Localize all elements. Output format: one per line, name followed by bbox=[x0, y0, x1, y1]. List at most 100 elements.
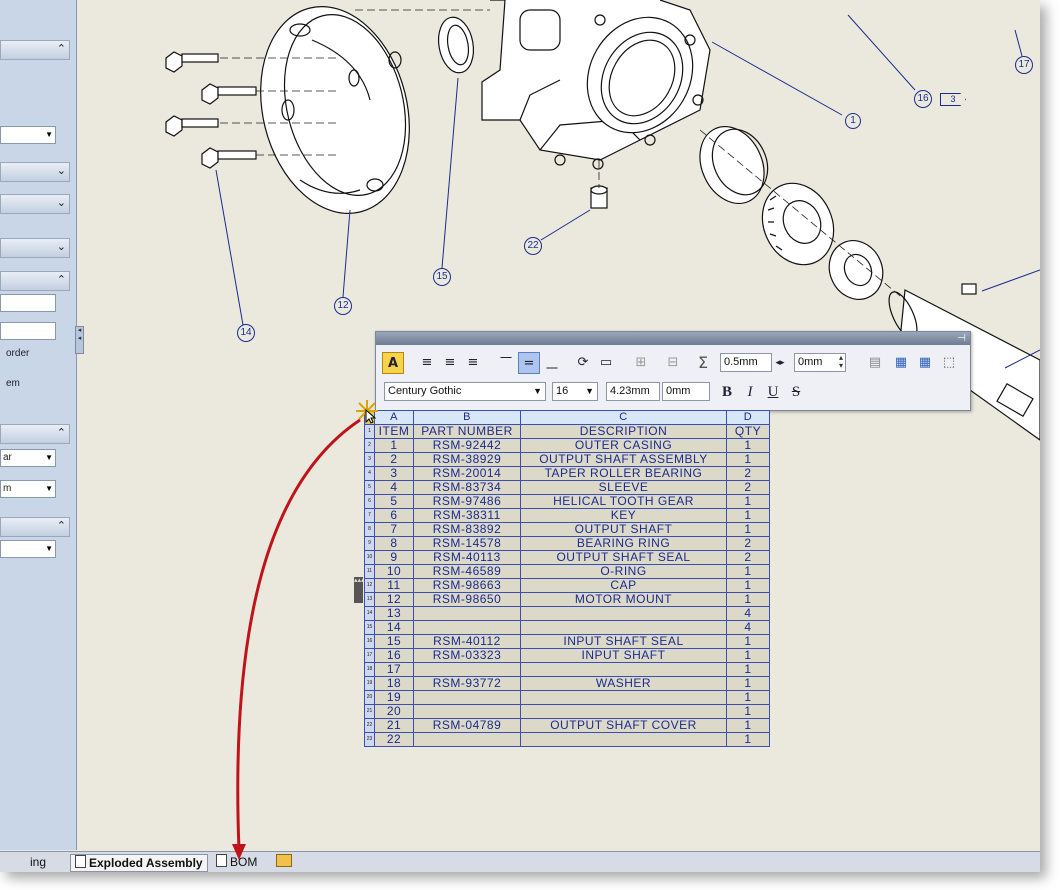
cell-qty[interactable]: 1 bbox=[726, 718, 770, 733]
collapse-up-icon[interactable]: ⌃ bbox=[57, 519, 66, 532]
cell-description[interactable]: MOTOR MOUNT bbox=[520, 592, 727, 607]
panel-section-header[interactable]: ⌃ bbox=[0, 517, 70, 537]
cell-part-number[interactable]: RSM-40113 bbox=[413, 550, 521, 565]
add-sheet-tab[interactable] bbox=[272, 854, 296, 870]
cell-part-number[interactable] bbox=[413, 690, 521, 705]
cell-qty[interactable]: 1 bbox=[726, 508, 770, 523]
cell-item[interactable]: 1 bbox=[374, 438, 414, 453]
row-number[interactable]: 14 bbox=[364, 606, 375, 621]
cell-item[interactable]: 19 bbox=[374, 690, 414, 705]
cell-qty[interactable]: 2 bbox=[726, 550, 770, 565]
header-cell-part-number[interactable]: PART NUMBER bbox=[413, 424, 521, 439]
balloon-16[interactable]: 16 bbox=[914, 90, 932, 108]
cell-part-number[interactable]: RSM-38929 bbox=[413, 452, 521, 467]
row-number[interactable]: 18 bbox=[364, 662, 375, 677]
cell-description[interactable]: BEARING RING bbox=[520, 536, 727, 551]
cell-item[interactable]: 16 bbox=[374, 648, 414, 663]
cell-item[interactable]: 21 bbox=[374, 718, 414, 733]
cell-part-number[interactable] bbox=[413, 620, 521, 635]
cell-qty[interactable]: 1 bbox=[726, 676, 770, 691]
panel-select[interactable]: ▼ bbox=[0, 540, 56, 558]
row-number[interactable]: 7 bbox=[364, 508, 375, 523]
table-row[interactable]: 4 3 RSM-20014 TAPER ROLLER BEARING 2 bbox=[364, 466, 770, 481]
cell-qty[interactable]: 2 bbox=[726, 480, 770, 495]
cell-description[interactable] bbox=[520, 662, 727, 677]
row-number[interactable]: 23 bbox=[364, 732, 375, 747]
tab-bom[interactable]: BOM bbox=[212, 854, 261, 870]
cell-qty[interactable]: 1 bbox=[726, 564, 770, 579]
cell-part-number[interactable]: RSM-14578 bbox=[413, 536, 521, 551]
cell-part-number[interactable]: RSM-03323 bbox=[413, 648, 521, 663]
panel-section-header[interactable]: ⌄ bbox=[0, 162, 70, 182]
cell-qty[interactable]: 1 bbox=[726, 452, 770, 467]
cell-item[interactable]: 17 bbox=[374, 662, 414, 677]
balloon-14[interactable]: 14 bbox=[237, 324, 255, 342]
cell-qty[interactable]: 2 bbox=[726, 466, 770, 481]
row-number[interactable]: 13 bbox=[364, 592, 375, 607]
table-row[interactable]: 2 1 RSM-92442 OUTER CASING 1 bbox=[364, 438, 770, 453]
cell-qty[interactable]: 1 bbox=[726, 648, 770, 663]
row-number[interactable]: 5 bbox=[364, 480, 375, 495]
row-number[interactable]: 9 bbox=[364, 536, 375, 551]
table-row[interactable]: 15 14 4 bbox=[364, 620, 770, 635]
cell-item[interactable]: 10 bbox=[374, 564, 414, 579]
cell-part-number[interactable]: RSM-04789 bbox=[413, 718, 521, 733]
align-bottom-icon[interactable]: ⎽ bbox=[541, 352, 563, 374]
align-right-icon[interactable]: ≡ bbox=[462, 352, 484, 374]
border-width-field[interactable]: 0.5mm bbox=[720, 353, 772, 372]
cell-format-icon[interactable]: ▭ bbox=[595, 352, 617, 374]
cell-description[interactable]: KEY bbox=[520, 508, 727, 523]
spinner-icon[interactable]: ▴ ▾ bbox=[839, 354, 843, 370]
panel-section-header[interactable]: ⌄ bbox=[0, 194, 70, 214]
header-cell-qty[interactable]: QTY bbox=[726, 424, 770, 439]
cell-part-number[interactable] bbox=[413, 662, 521, 677]
cell-part-number[interactable]: RSM-40112 bbox=[413, 634, 521, 649]
table-anchor-icon[interactable] bbox=[354, 398, 380, 424]
cell-part-number[interactable]: RSM-38311 bbox=[413, 508, 521, 523]
row-number[interactable]: 12 bbox=[364, 578, 375, 593]
cell-description[interactable] bbox=[520, 732, 727, 747]
table-row[interactable]: 11 10 RSM-46589 O-RING 1 bbox=[364, 564, 770, 579]
panel-select[interactable]: ▼ bbox=[0, 126, 56, 144]
cell-part-number[interactable] bbox=[413, 732, 521, 747]
font-size-select[interactable]: 16 ▼ bbox=[552, 382, 598, 401]
cell-part-number[interactable]: RSM-92442 bbox=[413, 438, 521, 453]
cell-item[interactable]: 9 bbox=[374, 550, 414, 565]
cell-description[interactable]: TAPER ROLLER BEARING bbox=[520, 466, 727, 481]
cell-qty[interactable]: 1 bbox=[726, 634, 770, 649]
balloon-12[interactable]: 12 bbox=[334, 297, 352, 315]
cell-description[interactable]: OUTPUT SHAFT ASSEMBLY bbox=[520, 452, 727, 467]
row-number[interactable]: 2 bbox=[364, 438, 375, 453]
bold-button[interactable]: B bbox=[716, 381, 738, 403]
cell-part-number[interactable]: RSM-97486 bbox=[413, 494, 521, 509]
align-center-icon[interactable]: ≡ bbox=[439, 352, 461, 374]
table-header-icon[interactable]: A bbox=[382, 352, 404, 374]
table-row[interactable]: 18 17 1 bbox=[364, 662, 770, 677]
cell-item[interactable]: 11 bbox=[374, 578, 414, 593]
balloon-22[interactable]: 22 bbox=[524, 237, 542, 255]
cell-description[interactable]: INPUT SHAFT SEAL bbox=[520, 634, 727, 649]
strikethrough-button[interactable]: S bbox=[785, 381, 807, 403]
row-number[interactable]: 6 bbox=[364, 494, 375, 509]
sum-icon[interactable]: Σ bbox=[692, 352, 714, 374]
column-header-c[interactable]: C bbox=[520, 410, 727, 425]
unmerge-cells-icon[interactable]: ⊟ bbox=[662, 352, 684, 374]
cell-item[interactable]: 6 bbox=[374, 508, 414, 523]
cell-item[interactable]: 15 bbox=[374, 634, 414, 649]
cell-qty[interactable]: 2 bbox=[726, 536, 770, 551]
cell-qty[interactable]: 4 bbox=[726, 606, 770, 621]
align-middle-icon[interactable]: = bbox=[518, 352, 540, 374]
row-number[interactable]: 10 bbox=[364, 550, 375, 565]
expand-down-icon[interactable]: ⌄ bbox=[57, 196, 66, 209]
panel-input[interactable] bbox=[0, 322, 56, 340]
expand-down-icon[interactable]: ⌄ bbox=[57, 240, 66, 253]
table-row[interactable]: 7 6 RSM-38311 KEY 1 bbox=[364, 508, 770, 523]
cell-item[interactable]: 22 bbox=[374, 732, 414, 747]
table-row[interactable]: 23 22 1 bbox=[364, 732, 770, 747]
tab-drawing[interactable]: ing bbox=[26, 854, 50, 870]
cell-qty[interactable]: 1 bbox=[726, 578, 770, 593]
cell-qty[interactable]: 4 bbox=[726, 620, 770, 635]
cell-part-number[interactable]: RSM-83734 bbox=[413, 480, 521, 495]
cell-part-number[interactable]: RSM-83892 bbox=[413, 522, 521, 537]
toolbar-titlebar[interactable]: ⊣ bbox=[376, 332, 970, 345]
